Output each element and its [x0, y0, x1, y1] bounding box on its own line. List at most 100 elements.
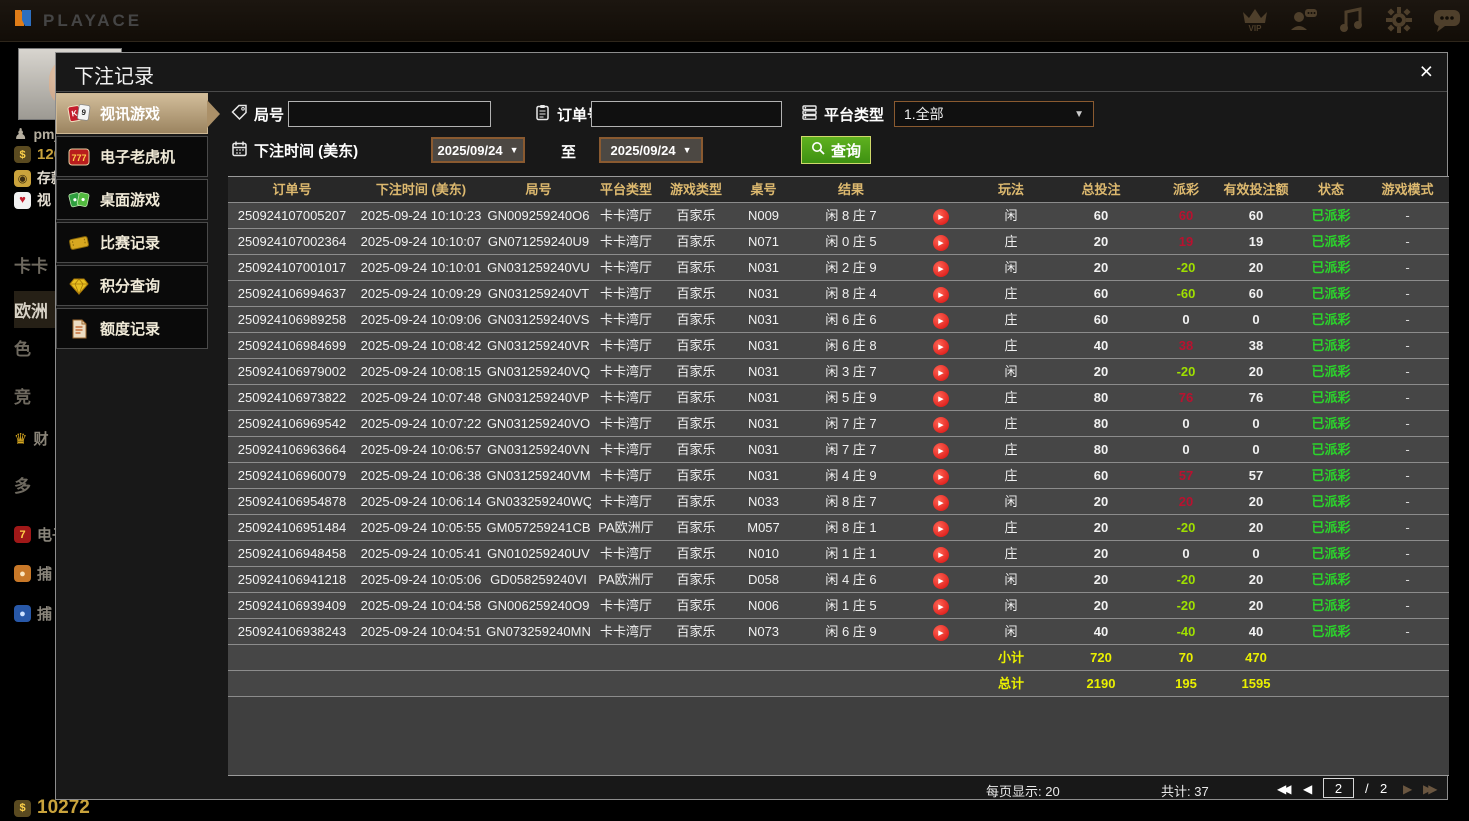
status-badge: 已派彩: [1311, 234, 1351, 249]
play-video-button[interactable]: ▶: [933, 624, 949, 641]
bg-nav-sport-label: 竞: [14, 388, 31, 407]
play-cell: ▶: [906, 489, 976, 514]
page-input[interactable]: [1323, 778, 1354, 798]
total-bet-cell: 20: [1093, 598, 1109, 613]
table-no-cell: N009: [747, 208, 780, 223]
platform-cell: 卡卡湾厅: [599, 312, 652, 327]
game-type-cell: 百家乐: [676, 468, 716, 483]
play-video-button[interactable]: ▶: [933, 234, 949, 251]
play-video-button[interactable]: ▶: [933, 260, 949, 277]
bg-nav-color-label: 色: [14, 340, 31, 359]
last-page-button[interactable]: ▶▶: [1423, 782, 1438, 796]
tab-points-query[interactable]: 积分查询: [56, 265, 208, 306]
bg-nav-sport: 竞: [14, 383, 31, 408]
status-badge: 已派彩: [1311, 416, 1351, 431]
bg-nav-trophy-label: 财: [33, 431, 49, 448]
search-button[interactable]: 查询: [801, 136, 872, 164]
platform-select[interactable]: 1.全部 ▼: [894, 101, 1094, 127]
game-type-cell: 百家乐: [676, 234, 716, 249]
game-mode-cell: -: [1405, 260, 1410, 275]
bet-side-cell: 闲: [1004, 598, 1018, 613]
table-no-cell: N031: [747, 312, 780, 327]
chat-bubble-icon[interactable]: [1431, 4, 1463, 36]
payout-cell: 19: [1178, 234, 1194, 249]
play-video-button[interactable]: ▶: [933, 468, 949, 485]
status-badge: 已派彩: [1311, 312, 1351, 327]
play-video-button[interactable]: ▶: [933, 442, 949, 459]
column-header: 桌号: [750, 182, 777, 197]
tab-video-games[interactable]: K 9 视讯游戏: [56, 93, 220, 134]
modal-title: 下注记录: [74, 66, 154, 88]
play-video-button[interactable]: ▶: [933, 546, 949, 563]
tab-slots[interactable]: 777 电子老虎机: [56, 136, 208, 177]
table-row: 250924106938243 2025-09-24 10:04:51 GN0732…: [228, 619, 1449, 645]
tab-quota-records[interactable]: 额度记录: [56, 308, 208, 349]
game-type-cell: 百家乐: [676, 442, 716, 457]
status-badge: 已派彩: [1311, 286, 1351, 301]
bet-side-cell: 庄: [1004, 338, 1018, 353]
play-video-button[interactable]: ▶: [933, 338, 949, 355]
bg-video-item-label: 视: [37, 192, 51, 208]
tab-match-records[interactable]: 比赛记录: [56, 222, 208, 263]
payout-cell: -60: [1176, 286, 1196, 301]
game-type-cell: 百家乐: [676, 260, 716, 275]
order-input[interactable]: [591, 101, 782, 127]
empty-cell: [731, 645, 796, 670]
table-row: 250924107005207 2025-09-24 10:10:23 GN0092…: [228, 203, 1449, 229]
playace-logo-icon: [12, 7, 34, 34]
valid-bet-cell: 60: [1248, 208, 1264, 223]
play-video-button[interactable]: ▶: [933, 572, 949, 589]
game-mode-cell: -: [1405, 338, 1410, 353]
round-cell: GN031259240VM: [486, 468, 591, 483]
search-icon: [811, 141, 826, 160]
valid-bet-cell: 0: [1252, 312, 1260, 327]
bet-side-cell: 闲: [1004, 572, 1018, 587]
close-icon[interactable]: ×: [1420, 57, 1433, 85]
play-video-button[interactable]: ▶: [933, 390, 949, 407]
play-video-button[interactable]: ▶: [933, 364, 949, 381]
vip-icon[interactable]: VIP: [1239, 4, 1271, 36]
music-icon[interactable]: [1335, 4, 1367, 36]
status-badge: 已派彩: [1311, 442, 1351, 457]
play-video-button[interactable]: ▶: [933, 286, 949, 303]
per-page-label: 每页显示: 20: [986, 784, 1060, 799]
play-video-button[interactable]: ▶: [933, 312, 949, 329]
round-cell: GN073259240MN: [486, 624, 591, 639]
total-bet-cell: 40: [1093, 338, 1109, 353]
result-cell: 闲 5 庄 9: [825, 390, 877, 405]
time-cell: 2025-09-24 10:09:06: [360, 312, 482, 327]
payout-cell: -20: [1176, 598, 1196, 613]
settings-gear-icon[interactable]: [1383, 4, 1415, 36]
game-mode-cell: -: [1405, 364, 1410, 379]
game-mode-cell: -: [1405, 468, 1410, 483]
platform-cell: 卡卡湾厅: [599, 416, 652, 431]
table-row: 250924106994637 2025-09-24 10:09:29 GN0312…: [228, 281, 1449, 307]
valid-bet-cell: 20: [1248, 598, 1264, 613]
prev-page-button[interactable]: ◀: [1303, 782, 1312, 796]
brand-text: PLAYACE: [43, 10, 143, 30]
game-mode-cell: -: [1405, 442, 1410, 457]
date-to-select[interactable]: 2025/09/24 ▼: [599, 137, 703, 163]
play-video-button[interactable]: ▶: [933, 598, 949, 615]
play-video-button[interactable]: ▶: [933, 208, 949, 225]
tab-table-games[interactable]: 桌面游戏: [56, 179, 208, 220]
time-cell: 2025-09-24 10:05:41: [360, 546, 482, 561]
game-type-cell: 百家乐: [676, 572, 716, 587]
next-page-button[interactable]: ▶: [1403, 782, 1412, 796]
bet-side-cell: 闲: [1004, 260, 1018, 275]
first-page-button[interactable]: ◀◀: [1277, 782, 1292, 796]
play-video-button[interactable]: ▶: [933, 520, 949, 537]
cards-icon: K9: [67, 103, 91, 125]
play-video-button[interactable]: ▶: [933, 416, 949, 433]
status-badge: 已派彩: [1311, 364, 1351, 379]
table-row: 250924106960079 2025-09-24 10:06:38 GN0312…: [228, 463, 1449, 489]
column-header: 玩法: [997, 182, 1024, 197]
support-chat-icon[interactable]: [1287, 4, 1319, 36]
time-cell: 2025-09-24 10:05:06: [360, 572, 482, 587]
round-input[interactable]: [288, 101, 491, 127]
play-cell: ▶: [906, 281, 976, 306]
play-video-button[interactable]: ▶: [933, 494, 949, 511]
date-from-select[interactable]: 2025/09/24 ▼: [431, 137, 525, 163]
empty-cell: [1296, 671, 1366, 696]
game-type-cell: 百家乐: [676, 416, 716, 431]
